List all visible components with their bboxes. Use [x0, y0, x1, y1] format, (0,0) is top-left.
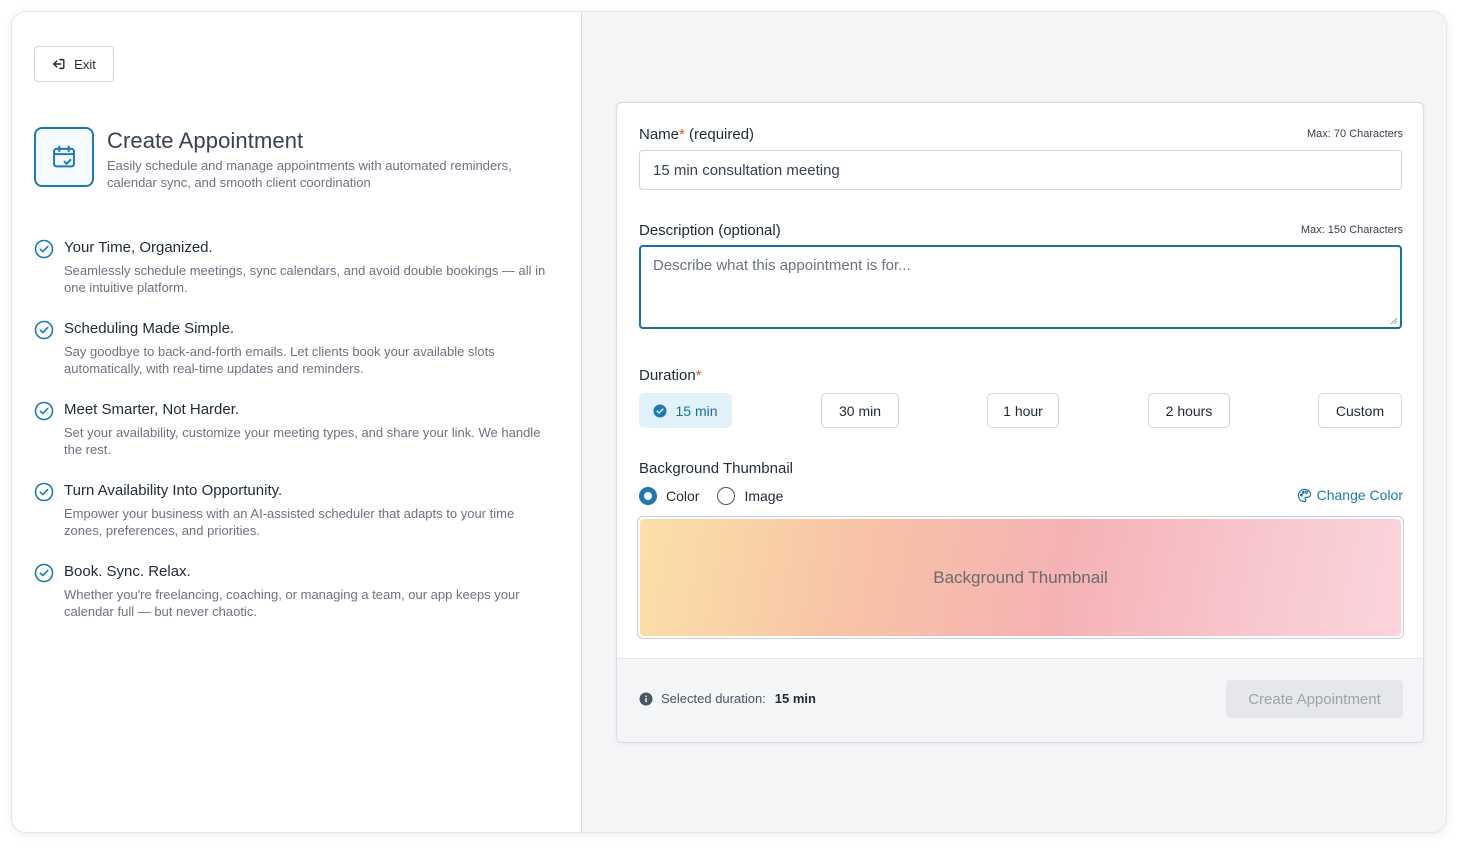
duration-option-30-min[interactable]: 30 min: [821, 393, 899, 428]
check-circle-icon: [34, 239, 54, 259]
page-title: Create Appointment: [107, 128, 304, 153]
name-input-value: 15 min consultation meeting: [653, 161, 840, 179]
radio-color[interactable]: Color: [639, 487, 699, 505]
duration-label: Duration*: [639, 367, 702, 384]
check-filled-icon: [653, 404, 667, 417]
feature-title: Scheduling Made Simple.: [64, 320, 235, 337]
feature-desc: Seamlessly schedule meetings, sync calen…: [64, 263, 546, 295]
radio-image-circle[interactable]: [717, 487, 736, 505]
duration-option-custom[interactable]: Custom: [1318, 393, 1402, 428]
duration-option-15-min[interactable]: 15 min: [639, 393, 732, 428]
feature-desc: Empower your business with an AI-assiste…: [64, 506, 515, 538]
feature-title: Book. Sync. Relax.: [64, 563, 191, 580]
feature-item: Meet Smarter, Not Harder. Set your availa…: [34, 400, 554, 481]
description-placeholder: Describe what this appointment is for...: [653, 257, 911, 274]
description-label: Description (optional): [639, 222, 781, 239]
thumbnail-label: Background Thumbnail: [639, 460, 793, 477]
info-panel: Exit Create Appointment Easily schedule …: [12, 12, 582, 832]
check-circle-icon: [34, 563, 54, 583]
create-appointment-button[interactable]: Create Appointment: [1226, 680, 1403, 718]
required-mark: *: [695, 367, 702, 384]
check-circle-icon: [34, 401, 54, 421]
feature-item: Scheduling Made Simple. Say goodbye to ba…: [34, 319, 554, 400]
duration-options: 15 min 30 min 1 hour 2 hours Custom: [639, 393, 1402, 428]
check-circle-icon: [34, 482, 54, 502]
header-icon-box: [34, 127, 94, 187]
thumbnail-preview[interactable]: Background Thumbnail: [637, 516, 1404, 639]
feature-desc: Say goodbye to back-and-forth emails. Le…: [64, 344, 495, 376]
thumbnail-preview-gradient: Background Thumbnail: [640, 519, 1401, 636]
feature-title: Meet Smarter, Not Harder.: [64, 401, 240, 418]
feature-item: Turn Availability Into Opportunity. Empow…: [34, 481, 554, 562]
name-input[interactable]: 15 min consultation meeting: [639, 150, 1402, 190]
name-label: Name* (required): [639, 126, 755, 143]
feature-desc: Set your availability, customize your me…: [64, 425, 541, 457]
header-text: Create Appointment Easily schedule and m…: [107, 127, 547, 191]
resize-handle-icon[interactable]: [1390, 317, 1398, 325]
feature-item: Your Time, Organized. Seamlessly schedule…: [34, 238, 554, 319]
feature-list: Your Time, Organized. Seamlessly schedule…: [34, 238, 554, 643]
feature-title: Your Time, Organized.: [64, 239, 213, 256]
radio-image[interactable]: Image: [717, 487, 783, 505]
thumbnail-type-radios: Color Image: [639, 487, 801, 505]
info-icon: [639, 692, 653, 705]
description-max-note: Max: 150 Characters: [1300, 224, 1403, 236]
selected-duration-info: Selected duration: 15 min: [639, 691, 816, 706]
app-window: Exit Create Appointment Easily schedule …: [12, 12, 1446, 832]
exit-button[interactable]: Exit: [34, 46, 114, 82]
feature-title: Turn Availability Into Opportunity.: [64, 482, 283, 499]
selected-duration-value: 15 min: [774, 691, 816, 706]
page-subtitle: Easily schedule and manage appointments …: [107, 158, 512, 190]
check-circle-icon: [34, 320, 54, 340]
palette-icon: [1297, 488, 1311, 502]
description-textarea[interactable]: Describe what this appointment is for...: [639, 245, 1402, 329]
feature-item: Book. Sync. Relax. Whether you're freelan…: [34, 562, 554, 643]
name-max-note: Max: 70 Characters: [1307, 128, 1403, 140]
exit-label: Exit: [74, 56, 96, 72]
appointment-form-card: Name* (required) Max: 70 Characters 15 m…: [616, 102, 1424, 743]
page-header: Create Appointment Easily schedule and m…: [34, 127, 547, 191]
exit-icon: [53, 58, 65, 70]
form-panel: Name* (required) Max: 70 Characters 15 m…: [582, 12, 1446, 832]
thumbnail-preview-text: Background Thumbnail: [933, 567, 1108, 587]
radio-color-circle[interactable]: [639, 487, 657, 505]
feature-desc: Whether you're freelancing, coaching, or…: [64, 587, 520, 619]
change-color-link[interactable]: Change Color: [1297, 487, 1403, 503]
form-footer: Selected duration: 15 min Create Appoint…: [617, 658, 1423, 742]
selected-duration-label: Selected duration:: [661, 691, 766, 706]
duration-option-2-hours[interactable]: 2 hours: [1148, 393, 1230, 428]
calendar-check-icon: [53, 145, 75, 168]
duration-option-1-hour[interactable]: 1 hour: [987, 393, 1059, 428]
